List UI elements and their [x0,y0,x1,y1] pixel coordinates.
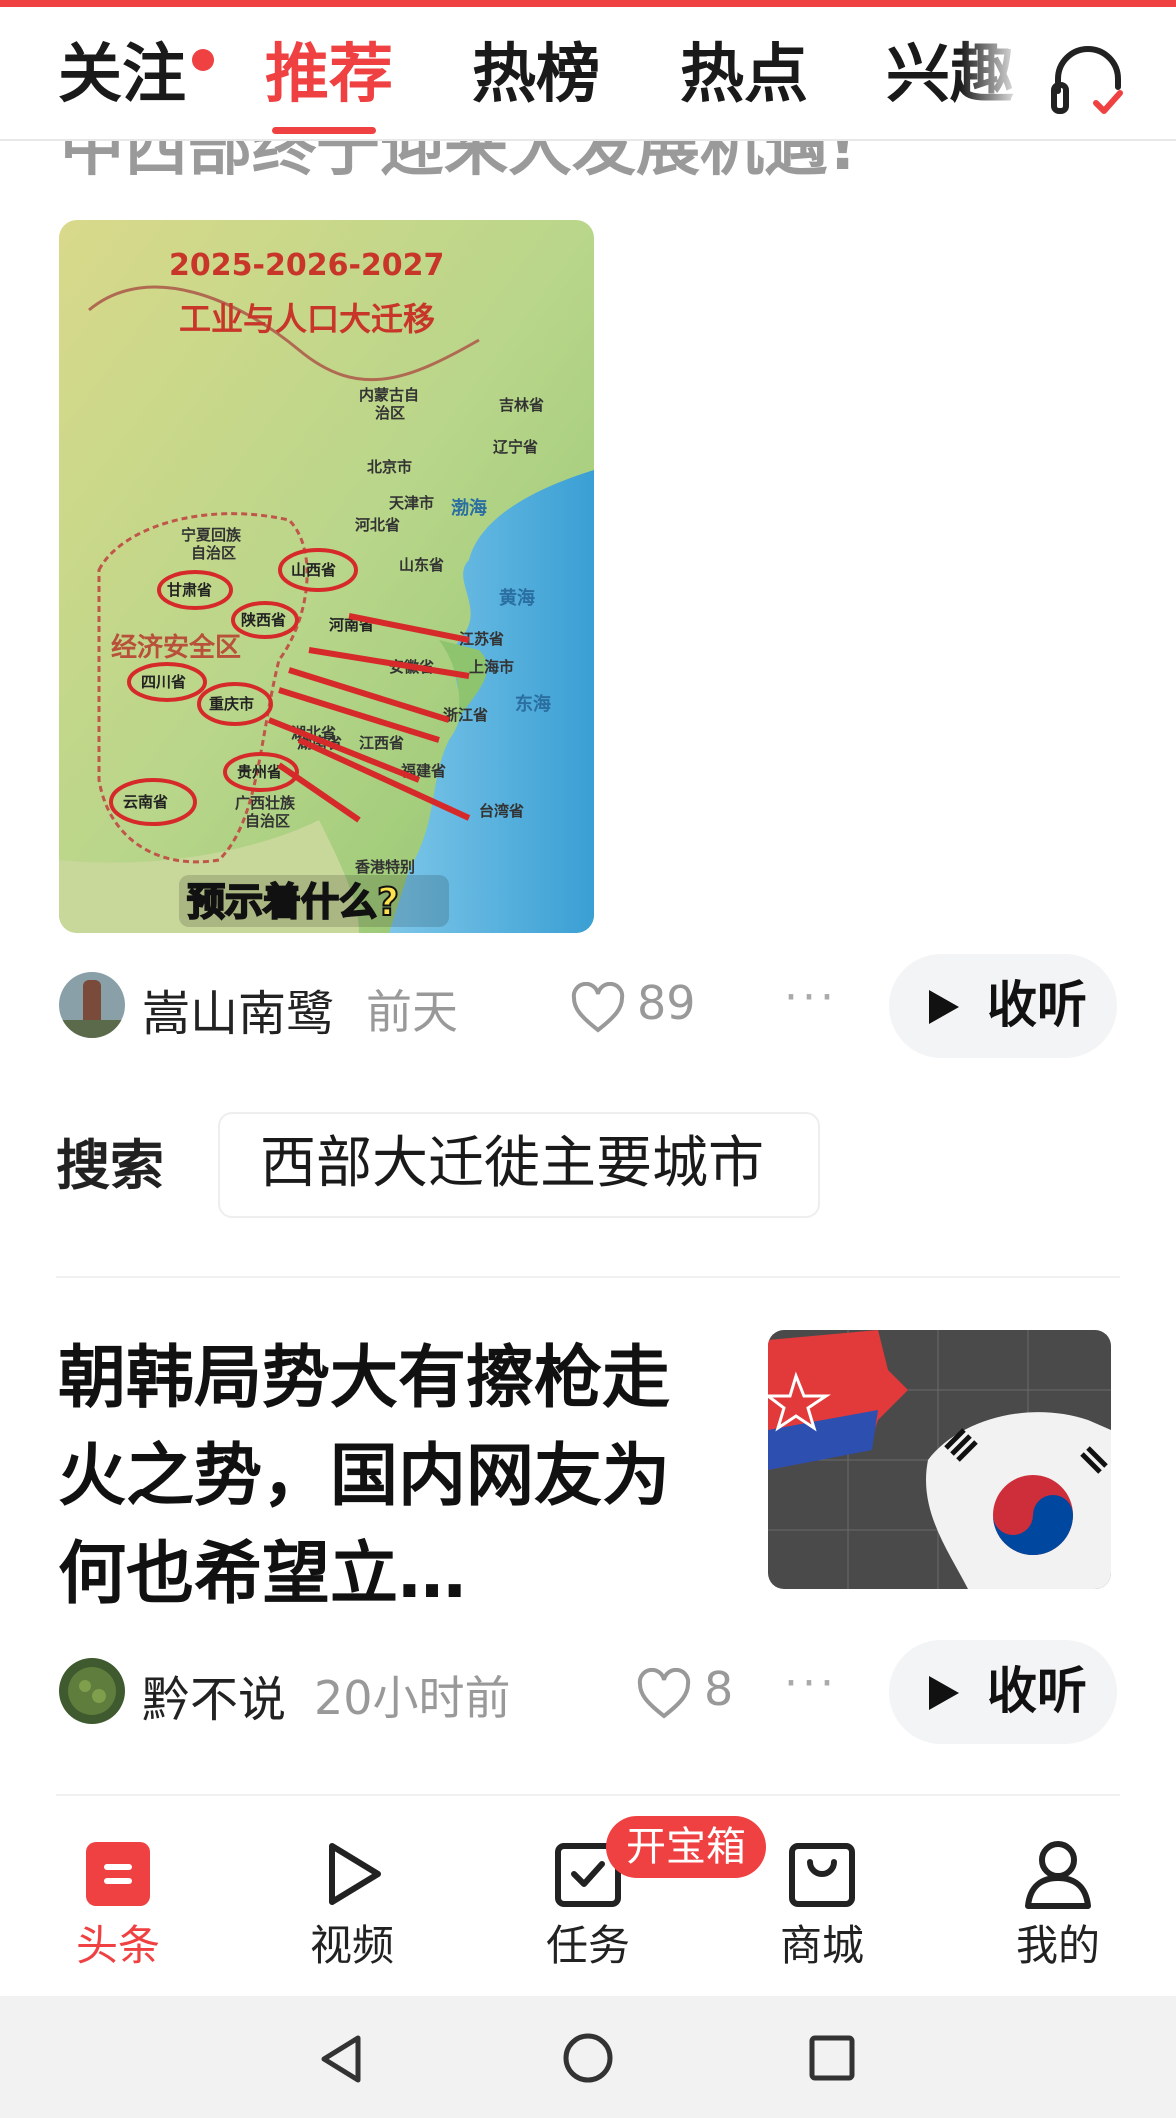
top-accent-line [0,0,1176,7]
system-nav-bar [0,1996,1176,2118]
active-tab-indicator [272,127,376,134]
divider [56,1276,1120,1278]
back-icon[interactable] [318,2034,364,2084]
video-play-icon [329,1843,381,1905]
heart-icon[interactable] [636,1668,692,1720]
tab-hot-spot[interactable]: 热点 [680,35,808,115]
svg-text:香港特别: 香港特别 [355,858,415,876]
tab-fade [960,7,1040,137]
avatar[interactable] [59,1658,125,1724]
svg-text:重庆市: 重庆市 [209,695,254,713]
unread-dot [192,49,214,71]
svg-text:治区: 治区 [375,404,405,422]
nav-video[interactable]: 视频 [272,1810,432,1996]
nav-label: 任务 [545,1921,630,1970]
avatar[interactable] [59,972,125,1038]
play-icon [929,1676,959,1710]
svg-text:吉林省: 吉林省 [499,396,544,414]
article-map-image[interactable]: 内蒙古自 治区 北京市 天津市 河北省 吉林省 辽宁省 宁夏回族 自治区 山东省 江… [59,220,594,933]
treasure-box-badge[interactable]: 开宝箱 [606,1816,766,1878]
author-name[interactable]: 嵩山南鹭 [142,974,334,1044]
nav-mine[interactable]: 我的 [978,1810,1138,1996]
svg-text:渤海: 渤海 [451,497,487,519]
tab-hot-list[interactable]: 热榜 [472,35,600,115]
listen-label: 收听 [987,1662,1087,1720]
svg-text:山西省: 山西省 [291,561,336,579]
svg-text:浙江省: 浙江省 [443,706,488,724]
svg-text:自治区: 自治区 [245,812,290,830]
svg-text:江西省: 江西省 [359,734,404,752]
headset-icon[interactable] [1048,41,1128,121]
more-options-icon[interactable]: ··· [784,1658,838,1709]
svg-text:陕西省: 陕西省 [241,611,286,629]
listen-button[interactable]: 收听 [889,954,1117,1058]
bottom-nav: 头条 视频 任务 商城 我的 [0,1810,1176,1996]
svg-text:宁夏回族: 宁夏回族 [181,526,242,544]
svg-text:自治区: 自治区 [191,544,236,562]
like-count: 89 [637,976,696,1030]
search-suggestion-chip[interactable]: 西部大迁徙主要城市 [218,1112,820,1218]
headlines-icon [86,1842,150,1906]
svg-text:甘肃省: 甘肃省 [167,581,212,599]
map-caption-text: 预示着什么? [187,880,399,924]
map-headline-text: 工业与人口大迁移 [179,300,435,338]
svg-text:东海: 东海 [515,693,551,715]
map-zone-text: 经济安全区 [111,632,241,663]
svg-text:广西壮族: 广西壮族 [235,794,296,812]
person-icon [1025,1841,1091,1909]
nav-label: 视频 [309,1921,394,1970]
home-icon[interactable] [562,2032,614,2084]
nav-label: 头条 [75,1921,160,1970]
tab-recommend[interactable]: 推荐 [265,35,393,115]
article1-meta-row: 嵩山南鹭 前天 89 ··· 收听 [0,950,1176,1060]
shopping-bag-icon [789,1843,855,1907]
article2-meta-row: 黔不说 20小时前 8 ··· 收听 [0,1634,1176,1744]
svg-text:黄海: 黄海 [499,587,535,609]
post-time: 20小时前 [314,1671,511,1725]
search-suggestion-text: 西部大迁徙主要城市 [260,1131,764,1196]
listen-button[interactable]: 收听 [889,1640,1117,1744]
nav-label: 我的 [1015,1921,1100,1970]
svg-text:内蒙古自: 内蒙古自 [359,386,419,404]
like-count: 8 [704,1662,734,1716]
svg-text:河北省: 河北省 [355,516,400,534]
nav-headlines[interactable]: 头条 [38,1810,198,1996]
svg-text:上海市: 上海市 [469,658,514,676]
article2-title[interactable]: 朝韩局势大有擦枪走火之势，国内网友为何也希望立… [58,1330,698,1624]
search-label: 搜索 [56,1134,164,1197]
svg-text:天津市: 天津市 [389,494,434,512]
nav-mall[interactable]: 商城 [742,1810,902,1996]
svg-text:四川省: 四川省 [141,673,186,691]
svg-text:台湾省: 台湾省 [479,802,524,820]
author-name[interactable]: 黔不说 [142,1660,286,1730]
post-time: 前天 [366,985,458,1039]
play-icon [929,990,959,1024]
svg-text:云南省: 云南省 [123,793,168,811]
nav-label: 商城 [779,1921,864,1970]
divider [56,1794,1120,1796]
top-tab-bar: 关注 推荐 热榜 热点 兴趣 [0,7,1176,141]
svg-text:贵州省: 贵州省 [237,763,282,781]
svg-text:北京市: 北京市 [367,458,412,476]
tab-follow[interactable]: 关注 [58,35,186,115]
recents-icon[interactable] [808,2034,856,2082]
more-options-icon[interactable]: ··· [784,972,838,1023]
heart-icon[interactable] [570,982,626,1034]
listen-label: 收听 [987,976,1087,1034]
svg-text:辽宁省: 辽宁省 [493,438,538,456]
map-years-text: 2025-2026-2027 [169,248,444,283]
article2-thumbnail[interactable] [768,1330,1111,1589]
svg-text:山东省: 山东省 [399,556,444,574]
